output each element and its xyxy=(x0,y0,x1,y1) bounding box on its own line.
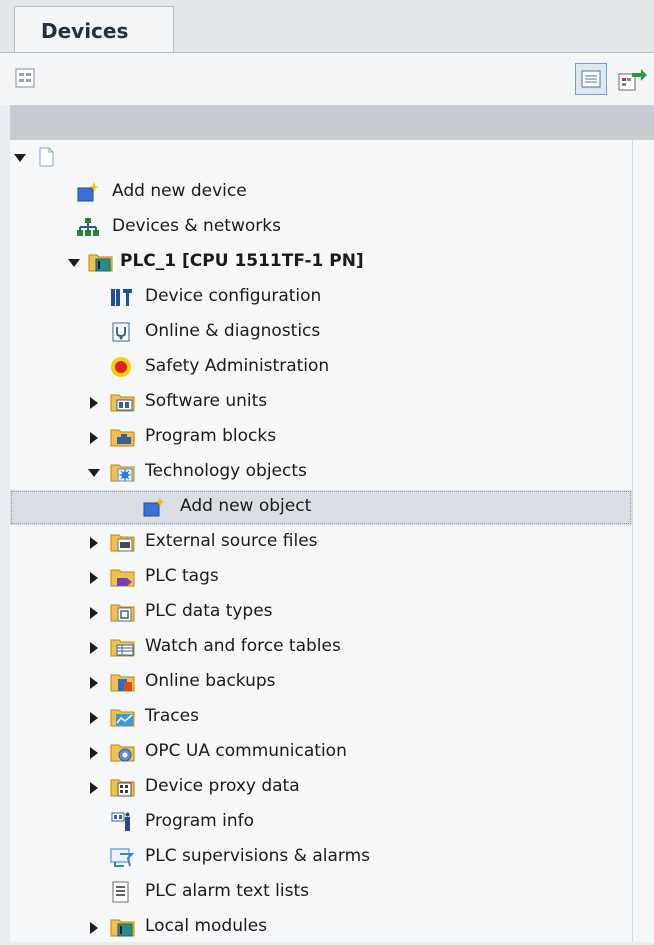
safety-icon xyxy=(110,356,134,378)
tree-item-external-source-files[interactable]: External source files xyxy=(10,525,632,560)
tree-item-program-info[interactable]: Program info xyxy=(10,805,632,840)
tree-view-icon[interactable] xyxy=(14,67,36,89)
tree-header xyxy=(10,105,654,140)
network-icon xyxy=(76,216,100,238)
expand-arrow-icon[interactable] xyxy=(90,747,98,759)
text-lists-icon xyxy=(110,881,134,903)
tree-item-traces[interactable]: Traces xyxy=(10,700,632,735)
toolbar xyxy=(0,53,654,105)
tree-item-online-backups[interactable]: Online backups xyxy=(10,665,632,700)
tree-item-local-modules[interactable]: Local modules xyxy=(10,910,632,945)
tree-item-plc-1[interactable]: PLC_1 [CPU 1511TF-1 PN] xyxy=(10,245,632,280)
column-separator xyxy=(632,140,633,942)
tree-item-label: Device configuration xyxy=(145,286,322,306)
tree-item-add-new-object[interactable]: Add new object xyxy=(10,490,632,525)
tree-item-label: Local modules xyxy=(145,916,268,936)
tree-item-label: Program blocks xyxy=(145,426,277,446)
expand-arrow-icon[interactable] xyxy=(90,537,98,549)
tree-item-software-units[interactable]: Software units xyxy=(10,385,632,420)
expand-arrow-icon[interactable] xyxy=(90,712,98,724)
backups-folder-icon xyxy=(110,671,135,693)
tree-item-label: Traces xyxy=(145,706,199,726)
tree-item-label: Safety Administration xyxy=(145,356,330,376)
tree-item-plc-alarm-text-lists[interactable]: PLC alarm text lists xyxy=(10,875,632,910)
program-info-icon xyxy=(110,811,134,833)
tree-item-label: Software units xyxy=(145,391,268,411)
expand-arrow-icon[interactable] xyxy=(90,607,98,619)
expand-arrow-icon[interactable] xyxy=(88,469,100,477)
tree-item-label: OPC UA communication xyxy=(145,741,347,761)
tree-root[interactable] xyxy=(10,140,632,175)
tree-item-label: PLC alarm text lists xyxy=(145,881,309,901)
tab-devices[interactable]: Devices xyxy=(14,6,174,52)
tree-item-label: Technology objects xyxy=(145,461,307,481)
export-icon[interactable] xyxy=(616,65,648,95)
expand-arrow-icon[interactable] xyxy=(90,397,98,409)
source-files-folder-icon xyxy=(110,531,135,553)
tree-item-plc-supervisions-alarms[interactable]: PLC supervisions & alarms xyxy=(10,840,632,875)
tree-item-technology-objects[interactable]: Technology objects xyxy=(10,455,632,490)
tree-item-online-diagnostics[interactable]: Online & diagnostics xyxy=(10,315,632,350)
tree-item-label: PLC supervisions & alarms xyxy=(145,846,370,866)
tree-item-opc-ua-communication[interactable]: OPC UA communication xyxy=(10,735,632,770)
tab-strip: Devices xyxy=(0,0,654,53)
tree-item-label: Online backups xyxy=(145,671,276,691)
expand-arrow-icon[interactable] xyxy=(68,259,80,267)
program-blocks-folder-icon xyxy=(110,426,135,448)
diagnostics-icon xyxy=(110,321,134,343)
tree-item-label: Devices & networks xyxy=(112,216,281,236)
tree-item-label: PLC tags xyxy=(145,566,219,586)
tree-item-label: Add new object xyxy=(180,496,312,516)
expand-arrow-icon[interactable] xyxy=(90,677,98,689)
expand-arrow-icon[interactable] xyxy=(90,432,98,444)
tree-item-label: Online & diagnostics xyxy=(145,321,321,341)
watch-tables-folder-icon xyxy=(110,636,135,658)
details-view-icon[interactable] xyxy=(575,63,607,95)
opc-ua-folder-icon xyxy=(110,741,135,763)
tree-item-device-proxy-data[interactable]: Device proxy data xyxy=(10,770,632,805)
tree-item-plc-data-types[interactable]: PLC data types xyxy=(10,595,632,630)
tree-item-program-blocks[interactable]: Program blocks xyxy=(10,420,632,455)
tree-item-label: Add new device xyxy=(112,181,247,201)
technology-objects-folder-icon xyxy=(110,461,135,483)
project-icon xyxy=(35,146,59,168)
tree-item-plc-tags[interactable]: PLC tags xyxy=(10,560,632,595)
expand-arrow-icon[interactable] xyxy=(90,922,98,934)
add-device-icon xyxy=(76,181,100,203)
expand-arrow-icon[interactable] xyxy=(90,782,98,794)
device-configuration-icon xyxy=(110,286,134,308)
expand-arrow-icon[interactable] xyxy=(90,642,98,654)
tree-item-label: Watch and force tables xyxy=(145,636,341,656)
expand-arrow-icon[interactable] xyxy=(90,572,98,584)
tree-item-safety-administration[interactable]: Safety Administration xyxy=(10,350,632,385)
plc-folder-icon xyxy=(88,251,113,273)
local-modules-folder-icon xyxy=(110,916,135,938)
tab-devices-label: Devices xyxy=(41,19,129,43)
traces-folder-icon xyxy=(110,706,135,728)
software-units-folder-icon xyxy=(110,391,135,413)
tree-item-devices-networks[interactable]: Devices & networks xyxy=(10,210,632,245)
plc-tags-folder-icon xyxy=(110,566,135,588)
supervisions-icon xyxy=(110,846,135,868)
add-object-icon xyxy=(142,496,166,518)
expand-arrow-icon[interactable] xyxy=(14,154,26,162)
tree-item-label: Device proxy data xyxy=(145,776,300,796)
tree-item-add-new-device[interactable]: Add new device xyxy=(10,175,632,210)
tree-item-device-configuration[interactable]: Device configuration xyxy=(10,280,632,315)
proxy-data-folder-icon xyxy=(110,776,135,798)
data-types-folder-icon xyxy=(110,601,135,623)
tree-item-label: PLC data types xyxy=(145,601,273,621)
tree-item-label: PLC_1 [CPU 1511TF-1 PN] xyxy=(120,251,364,271)
tree-item-label: Program info xyxy=(145,811,255,831)
tree-item-label: External source files xyxy=(145,531,318,551)
tree-item-watch-force-tables[interactable]: Watch and force tables xyxy=(10,630,632,665)
